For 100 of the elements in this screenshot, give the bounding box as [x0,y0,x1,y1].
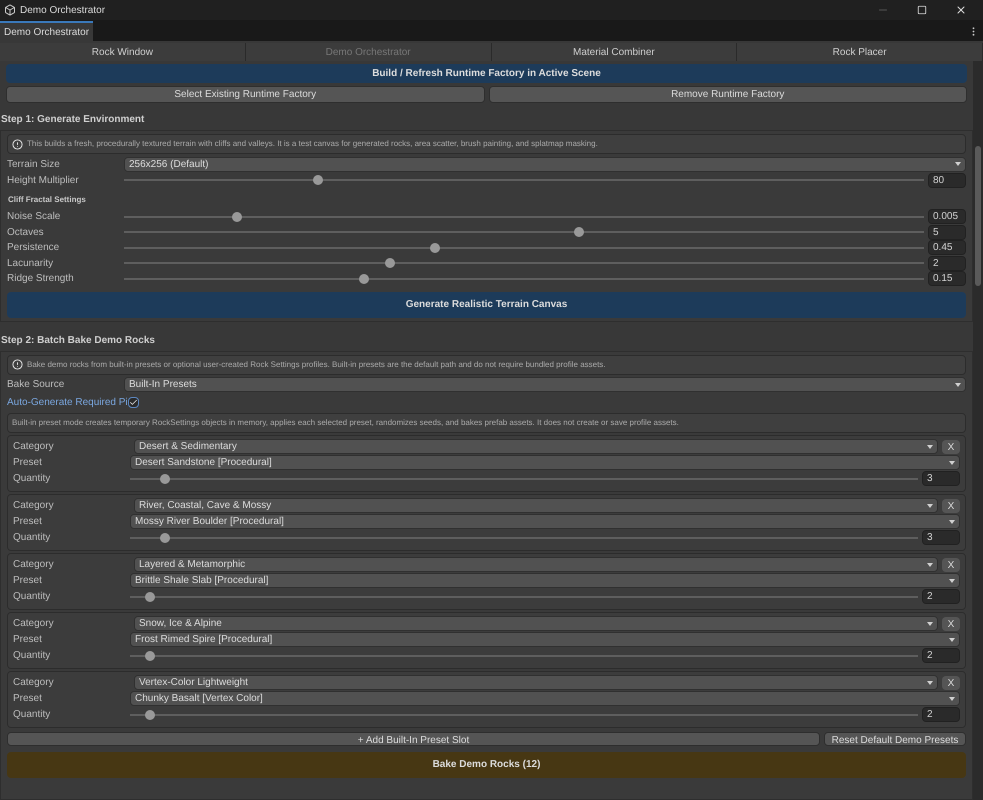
field-label: Quantity [13,472,52,486]
subheading: Cliff Fractal Settings [8,194,87,206]
build-factory-button[interactable]: Build / Refresh Runtime Factory in Active Scene [6,64,967,83]
generate-terrain-button[interactable]: Generate Realistic Terrain Canvas [7,292,966,318]
bake-rocks-button[interactable]: Bake Demo Rocks (12) [7,752,966,778]
dropdown[interactable]: Frost Rimed Spire [Procedural] [130,632,960,647]
app-icon [4,4,16,16]
caret-icon [927,444,933,448]
reset-presets-button[interactable]: Reset Default Demo Presets [824,732,966,746]
field-label: Octaves [7,226,45,240]
info-icon [12,359,23,370]
remove-slot-button[interactable]: X [942,440,960,454]
document-tab[interactable]: Demo Orchestrator [0,21,94,41]
number-field[interactable]: 0.005 [928,209,966,224]
slider[interactable] [130,472,918,484]
slider[interactable] [124,242,924,254]
field-label: Preset [13,692,43,706]
scrollbar[interactable] [973,61,983,800]
slider[interactable] [124,210,924,223]
field-label: Preset [13,574,43,588]
remove-slot-button[interactable]: X [942,616,960,630]
info-text: Bake demo rocks from built-in presets or optional user-created Rock Settings profiles. Built-in presets are the default path and do not require bundled profile assets. [27,358,606,370]
remove-factory-button[interactable]: Remove Runtime Factory [488,86,967,103]
caret-icon [949,460,955,464]
field-label: Quantity [13,531,52,545]
section-heading: Step 2: Batch Bake Demo Rocks [0,334,156,348]
field-label: Noise Scale [7,210,62,224]
field-label: Category [13,617,55,631]
number-field[interactable]: 5 [928,224,966,240]
caret-icon [949,520,955,524]
section-heading: Step 1: Generate Environment [0,113,146,127]
field-label: Terrain Size [7,158,61,172]
checkbox[interactable] [128,397,139,408]
dropdown[interactable]: Brittle Shale Slab [Procedural] [130,573,960,588]
dropdown[interactable]: 256x256 (Default) [124,156,966,172]
caret-icon [949,696,955,700]
info-icon [12,138,23,150]
field-label: Category [13,499,55,513]
field-label: Bake Source [7,378,66,392]
field-label: Lacunarity [7,256,54,271]
maximize-icon[interactable] [917,5,927,15]
info-text: This builds a fresh, procedurally textured terrain with cliffs and valleys. It is a test canvas for generated rocks, area scatter, brush painting, and splatmap masking. [27,138,598,150]
caret-icon [927,504,933,508]
field-label: Category [13,676,55,690]
slider[interactable] [124,174,924,186]
dropdown[interactable]: Desert & Sedimentary [134,439,938,454]
number-field[interactable]: 2 [922,589,960,604]
dropdown[interactable]: Snow, Ice & Alpine [134,616,938,631]
select-factory-button[interactable]: Select Existing Runtime Factory [6,86,484,103]
slider[interactable] [130,532,918,544]
remove-slot-button[interactable]: X [942,498,960,512]
field-label: Category [13,558,55,572]
caret-icon [949,578,955,582]
number-field[interactable]: 3 [922,530,960,545]
dropdown[interactable]: Built-In Presets [124,377,966,392]
slider[interactable] [124,257,924,270]
field-label: Preset [13,456,43,470]
dropdown[interactable]: Vertex-Color Lightweight [134,675,938,690]
toggle-label: Auto-Generate Required Pi [7,396,128,410]
dropdown[interactable]: Layered & Metamorphic [134,557,938,572]
close-icon[interactable] [955,4,967,16]
toolbar-tab[interactable]: Rock Window [0,43,246,61]
field-label: Quantity [13,590,52,604]
dropdown[interactable]: Mossy River Boulder [Procedural] [130,514,960,529]
window-title: Demo Orchestrator [20,4,106,18]
dropdown[interactable]: River, Coastal, Cave & Mossy [134,498,938,513]
caret-icon [949,638,955,642]
number-field[interactable]: 80 [928,172,966,188]
remove-slot-button[interactable]: X [942,558,960,572]
caret-icon [927,562,933,566]
dropdown[interactable]: Desert Sandstone [Procedural] [130,455,960,470]
check-icon [128,398,138,407]
caret-icon [927,680,933,684]
number-field[interactable]: 0.15 [928,271,966,286]
field-label: Quantity [13,708,52,722]
field-label: Persistence [7,241,60,256]
slider[interactable] [124,226,924,238]
add-slot-button[interactable]: + Add Built-In Preset Slot [7,732,820,746]
caret-icon [955,162,961,166]
number-field[interactable]: 3 [922,471,960,486]
info-text: Built-in preset mode creates temporary RockSettings objects in memory, applies each selected preset, randomizes seeds, and bakes prefab assets. It does not create or save profile assets. [12,416,679,428]
number-field[interactable]: 0.45 [928,240,966,256]
slider[interactable] [130,590,918,602]
caret-icon [955,382,961,386]
field-label: Quantity [13,649,52,663]
toolbar-tab[interactable]: Material Combiner [492,43,738,61]
number-field[interactable]: 2 [928,256,966,271]
remove-slot-button[interactable]: X [942,676,960,690]
field-label: Preset [13,633,43,647]
slider[interactable] [124,272,924,285]
field-label: Preset [13,515,43,529]
number-field[interactable]: 2 [922,648,960,663]
dropdown[interactable]: Chunky Basalt [Vertex Color] [130,691,960,706]
toolbar-tab[interactable]: Rock Placer [737,43,983,61]
slider[interactable] [130,650,918,662]
caret-icon [927,622,933,626]
field-label: Category [13,440,55,454]
field-label: Height Multiplier [7,174,80,188]
number-field[interactable]: 2 [922,707,960,722]
slider[interactable] [130,708,918,720]
